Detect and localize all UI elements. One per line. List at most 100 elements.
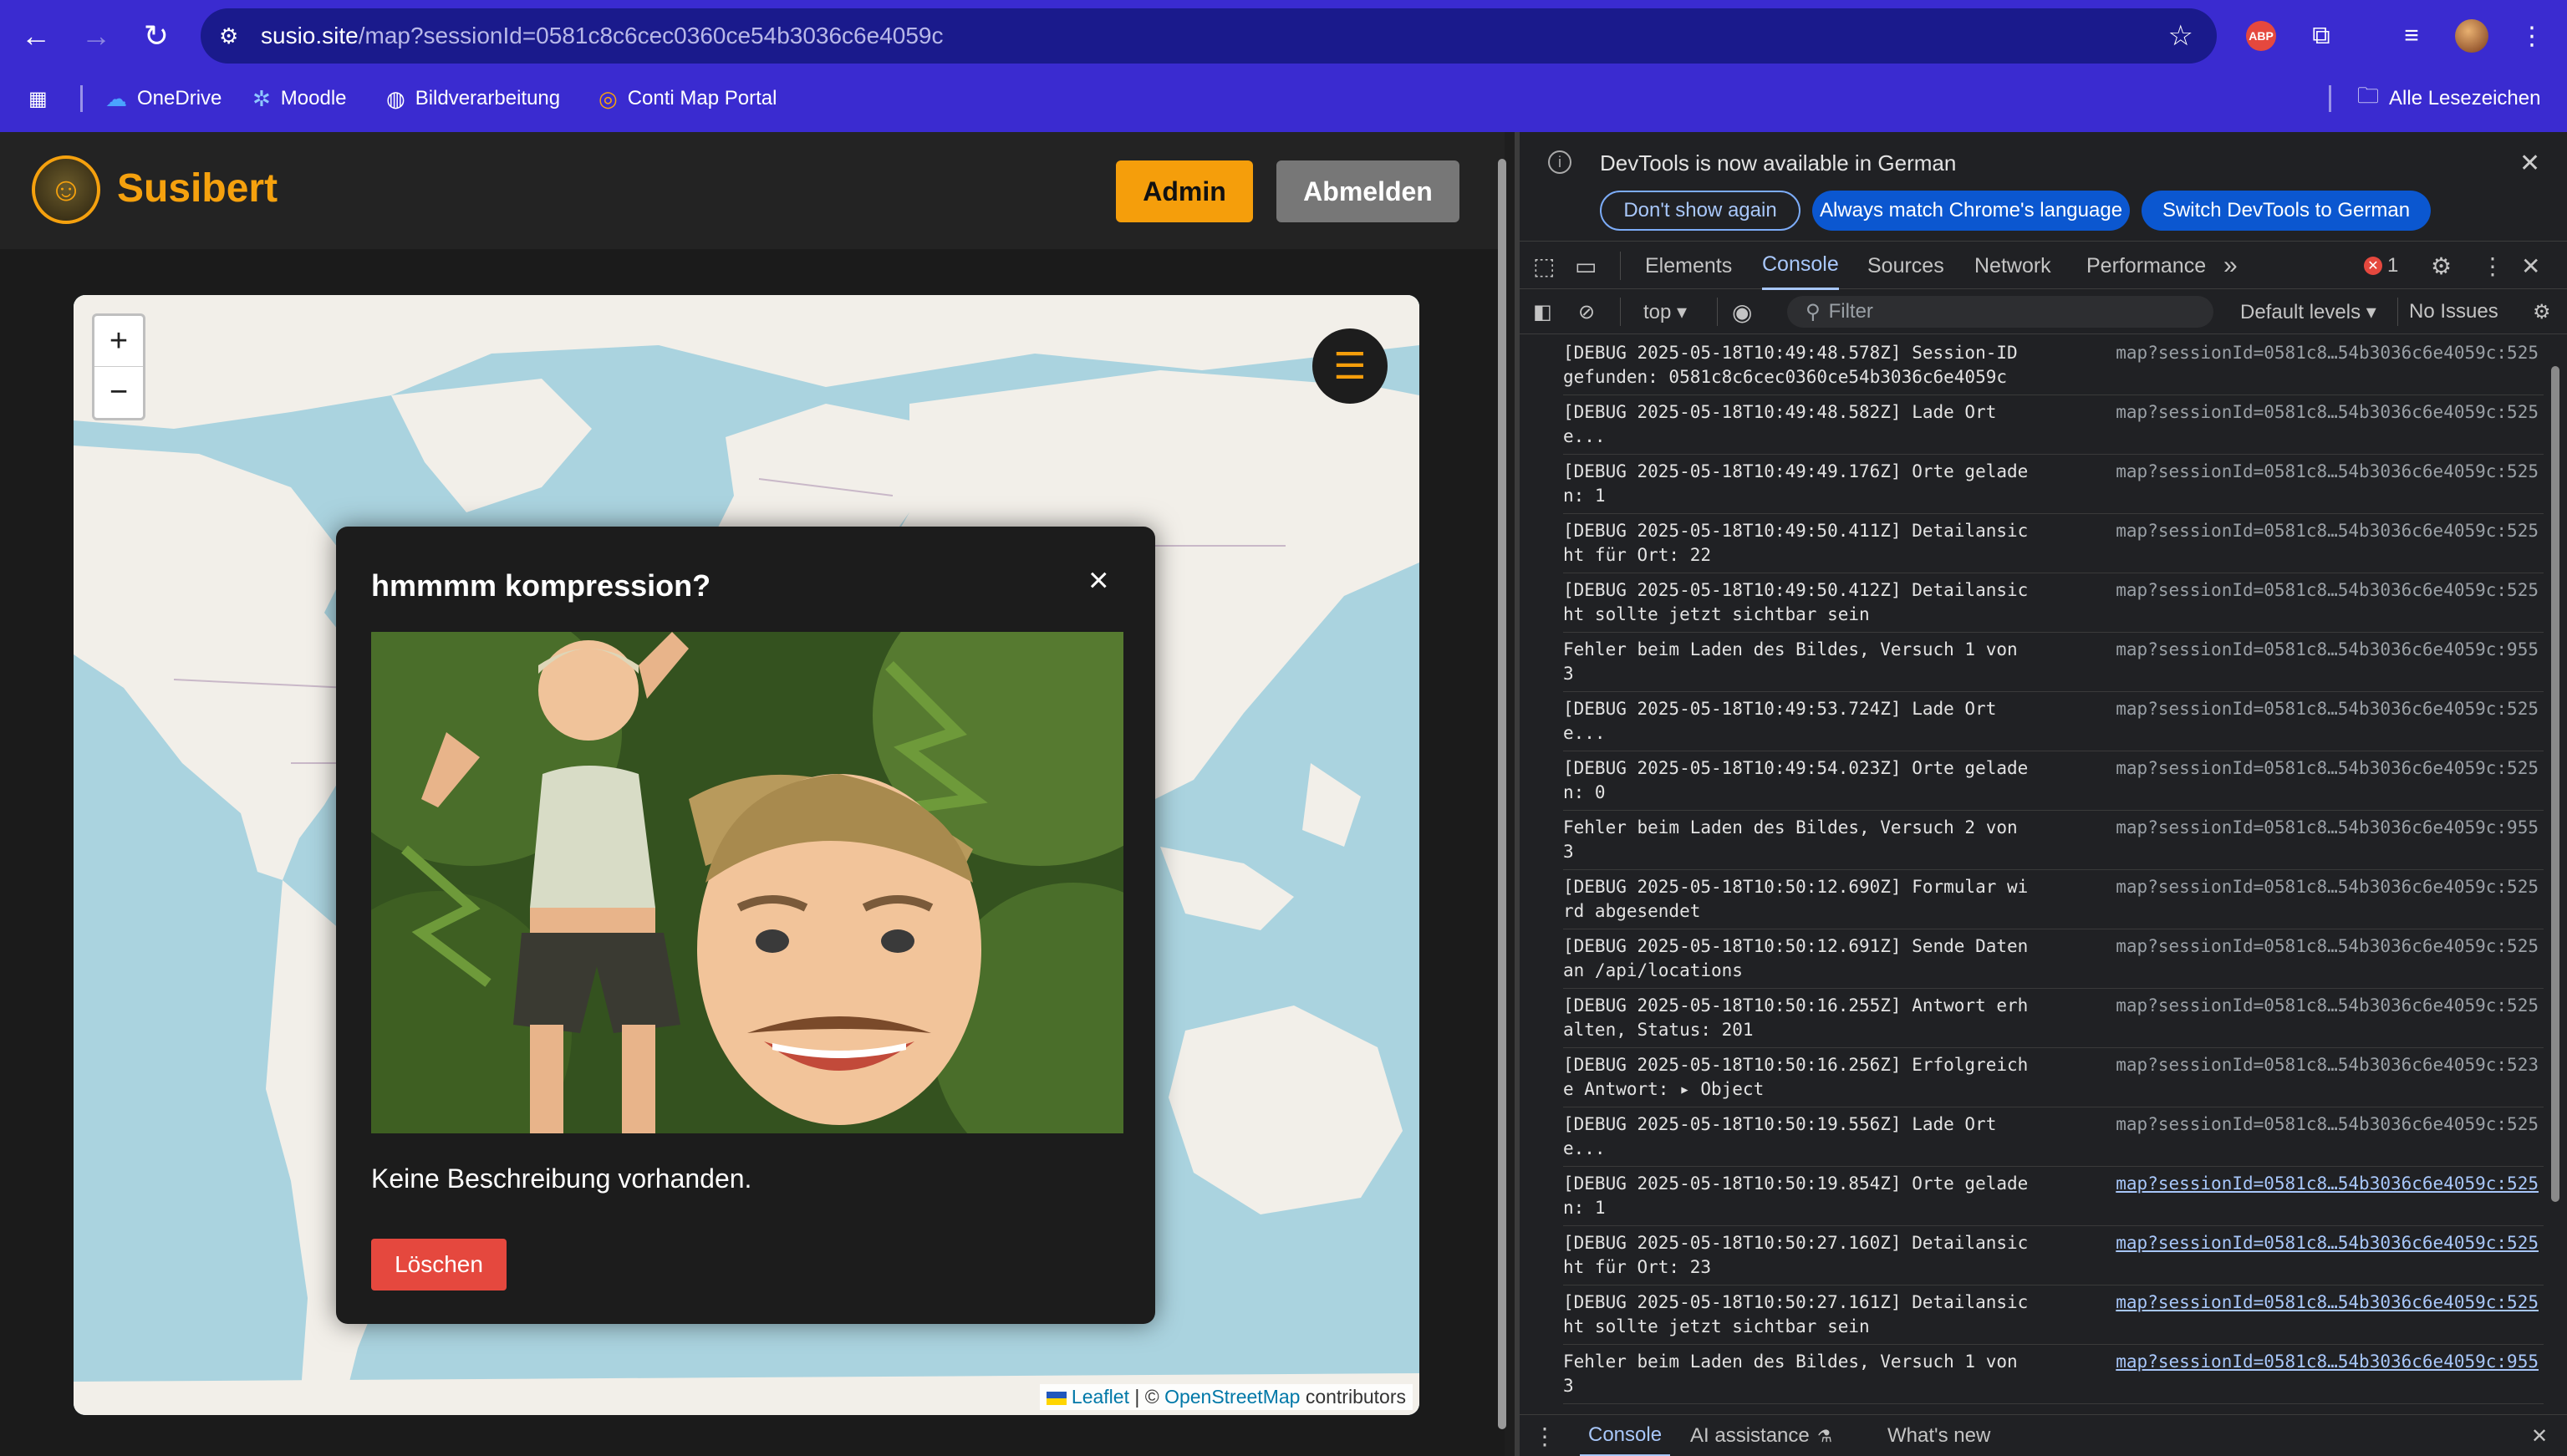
forward-icon[interactable]: →	[70, 10, 122, 62]
dont-show-again-button[interactable]: Don't show again	[1600, 191, 1800, 231]
log-source-link[interactable]: map?sessionId=0581c8…54b3036c6e4059c:525	[2116, 1291, 2539, 1315]
extensions-icon[interactable]: ⧉	[2297, 12, 2345, 60]
page-scrollbar[interactable]	[1496, 138, 1508, 1450]
live-expression-eye-icon[interactable]: ◉	[1732, 289, 1752, 334]
bookmark-moodle[interactable]: ✲ Moodle	[252, 74, 347, 124]
switch-to-german-button[interactable]: Switch DevTools to German	[2142, 191, 2431, 231]
brand-logo[interactable]: ☺	[32, 155, 100, 224]
log-object-toggle[interactable]: ▸ Object	[1679, 1079, 1764, 1099]
zoom-in-button[interactable]: +	[94, 316, 143, 367]
drawer-tab-whats-new[interactable]: What's new	[1887, 1415, 1990, 1456]
notice-text: DevTools is now available in German	[1600, 150, 1957, 176]
issues-counter[interactable]: No Issues	[2409, 289, 2498, 334]
close-drawer-icon[interactable]: ✕	[2531, 1415, 2548, 1456]
admin-button[interactable]: Admin	[1116, 160, 1253, 222]
sidebar-toggle-icon[interactable]: ◧	[1533, 289, 1552, 334]
log-source-link[interactable]: map?sessionId=0581c8…54b3036c6e4059c:525	[2116, 400, 2539, 425]
bookmarks-divider	[80, 85, 83, 112]
log-message: [DEBUG 2025-05-18T10:49:48.578Z] Session…	[1563, 341, 2031, 389]
log-source-link[interactable]: map?sessionId=0581c8…54b3036c6e4059c:955	[2116, 1350, 2539, 1374]
log-source-link[interactable]: map?sessionId=0581c8…54b3036c6e4059c:525	[2116, 460, 2539, 484]
log-source-link[interactable]: map?sessionId=0581c8…54b3036c6e4059c:523	[2116, 1053, 2539, 1077]
chrome-menu-icon[interactable]: ⋮	[2508, 12, 2556, 60]
console-scrollbar[interactable]	[2547, 336, 2564, 1414]
osm-link[interactable]: OpenStreetMap	[1164, 1386, 1300, 1408]
tab-network[interactable]: Network	[1974, 242, 2051, 290]
console-scrollbar-thumb[interactable]	[2551, 366, 2559, 1202]
url-text[interactable]: susio.site/map?sessionId=0581c8c6cec0360…	[261, 8, 944, 64]
bookmark-label: Conti Map Portal	[627, 87, 777, 109]
profile-avatar[interactable]	[2447, 12, 2496, 60]
log-source-link[interactable]: map?sessionId=0581c8…54b3036c6e4059c:525	[2116, 578, 2539, 603]
moodle-icon: ✲	[252, 85, 271, 111]
bookmark-onedrive[interactable]: ☁ OneDrive	[105, 74, 222, 124]
devtools-panel: i DevTools is now available in German ✕ …	[1520, 132, 2567, 1456]
abp-extension-icon[interactable]: ABP	[2237, 12, 2285, 60]
info-icon: i	[1548, 150, 1571, 174]
log-source-link[interactable]: map?sessionId=0581c8…54b3036c6e4059c:525	[2116, 697, 2539, 721]
drawer-tab-ai-assistance[interactable]: AI assistance	[1690, 1415, 1810, 1456]
log-source-link[interactable]: map?sessionId=0581c8…54b3036c6e4059c:525	[2116, 875, 2539, 899]
context-selector[interactable]: top ▾	[1643, 289, 1687, 334]
inspect-element-icon[interactable]: ⬚	[1533, 242, 1555, 290]
page-scrollbar-thumb[interactable]	[1498, 159, 1506, 1429]
console-settings-icon[interactable]: ⚙	[2533, 289, 2551, 334]
address-bar[interactable]: ⚙ susio.site/map?sessionId=0581c8c6cec03…	[201, 8, 2217, 64]
log-source-link[interactable]: map?sessionId=0581c8…54b3036c6e4059c:955	[2116, 816, 2539, 840]
tab-performance[interactable]: Performance	[2086, 242, 2206, 290]
log-source-link[interactable]: map?sessionId=0581c8…54b3036c6e4059c:525	[2116, 1112, 2539, 1137]
log-levels-dropdown[interactable]: Default levels ▾	[2240, 289, 2376, 334]
bookmark-bildverarbeitung[interactable]: ◍ Bildverarbeitung	[386, 74, 560, 124]
console-log-entry: [DEBUG 2025-05-18T10:49:50.412Z] Detaila…	[1563, 573, 2544, 633]
log-source-link[interactable]: map?sessionId=0581c8…54b3036c6e4059c:525	[2116, 519, 2539, 543]
media-controls-icon[interactable]: ≡	[2387, 12, 2436, 60]
back-icon[interactable]: ←	[10, 10, 62, 62]
map-menu-button[interactable]: ☰	[1312, 328, 1388, 404]
log-source-link[interactable]: map?sessionId=0581c8…54b3036c6e4059c:525	[2116, 1172, 2539, 1196]
console-log-entry: [DEBUG 2025-05-18T10:49:54.023Z] Orte ge…	[1563, 751, 2544, 811]
console-log-entry: [DEBUG 2025-05-18T10:50:27.161Z] Detaila…	[1563, 1285, 2544, 1345]
zoom-out-button[interactable]: −	[94, 367, 143, 418]
close-icon[interactable]: ✕	[2519, 149, 2540, 178]
more-tabs-icon[interactable]: »	[2223, 242, 2238, 290]
drawer-tab-console[interactable]: Console	[1580, 1415, 1671, 1456]
log-source-link[interactable]: map?sessionId=0581c8…54b3036c6e4059c:955	[2116, 638, 2539, 662]
console-log-entry: Fehler beim Laden des Bildes, Versuch 2 …	[1563, 811, 2544, 870]
log-source-link[interactable]: map?sessionId=0581c8…54b3036c6e4059c:525	[2116, 994, 2539, 1018]
match-language-button[interactable]: Always match Chrome's language	[1812, 191, 2130, 231]
zoom-control: + −	[92, 313, 145, 420]
log-source-link[interactable]: map?sessionId=0581c8…54b3036c6e4059c:525	[2116, 756, 2539, 781]
apps-grid-icon[interactable]: ▦	[28, 74, 48, 124]
tab-elements[interactable]: Elements	[1645, 242, 1732, 290]
clear-console-icon[interactable]: ⊘	[1578, 289, 1595, 334]
device-toolbar-icon[interactable]: ▭	[1575, 242, 1597, 290]
site-settings-icon[interactable]: ⚙	[219, 8, 238, 64]
drawer-menu-icon[interactable]: ⋮	[1533, 1415, 1556, 1456]
bookmark-star-icon[interactable]: ☆	[2168, 8, 2193, 64]
error-counter[interactable]: ✕ 1	[2364, 242, 2398, 290]
log-message-text: [DEBUG 2025-05-18T10:49:50.411Z] Detaila…	[1563, 521, 2029, 565]
console-filter-input[interactable]: ⚲ Filter	[1787, 296, 2213, 328]
logout-button[interactable]: Abmelden	[1276, 160, 1459, 222]
devtools-menu-icon[interactable]: ⋮	[2481, 242, 2504, 290]
web-page: ☺ Susibert Admin Abmelden + − ☰ Leaflet …	[0, 132, 1505, 1456]
app: ← → ↻ ⚙ susio.site/map?sessionId=0581c8c…	[0, 0, 2567, 1456]
cloud-icon: ☁	[105, 85, 127, 111]
tab-sources[interactable]: Sources	[1867, 242, 1944, 290]
log-source-link[interactable]: map?sessionId=0581c8…54b3036c6e4059c:525	[2116, 1231, 2539, 1255]
leaflet-link[interactable]: Leaflet	[1072, 1386, 1129, 1408]
console-log[interactable]: [DEBUG 2025-05-18T10:49:48.578Z] Session…	[1520, 336, 2544, 1414]
all-bookmarks[interactable]: 🗀 Alle Lesezeichen	[2357, 74, 2540, 124]
log-source-link[interactable]: map?sessionId=0581c8…54b3036c6e4059c:525	[2116, 934, 2539, 959]
bookmark-label: Bildverarbeitung	[415, 87, 561, 109]
bookmark-conti-map-portal[interactable]: ◎ Conti Map Portal	[598, 74, 777, 124]
log-source-link[interactable]: map?sessionId=0581c8…54b3036c6e4059c:525	[2116, 341, 2539, 365]
reload-icon[interactable]: ↻	[130, 10, 182, 62]
close-devtools-icon[interactable]: ✕	[2521, 242, 2540, 290]
brand-name[interactable]: Susibert	[117, 165, 278, 211]
close-icon[interactable]: ×	[1088, 560, 1109, 600]
tab-console[interactable]: Console	[1762, 242, 1839, 290]
delete-button[interactable]: Löschen	[371, 1239, 507, 1291]
bookmark-label: Moodle	[280, 87, 347, 109]
settings-gear-icon[interactable]: ⚙	[2431, 242, 2452, 290]
